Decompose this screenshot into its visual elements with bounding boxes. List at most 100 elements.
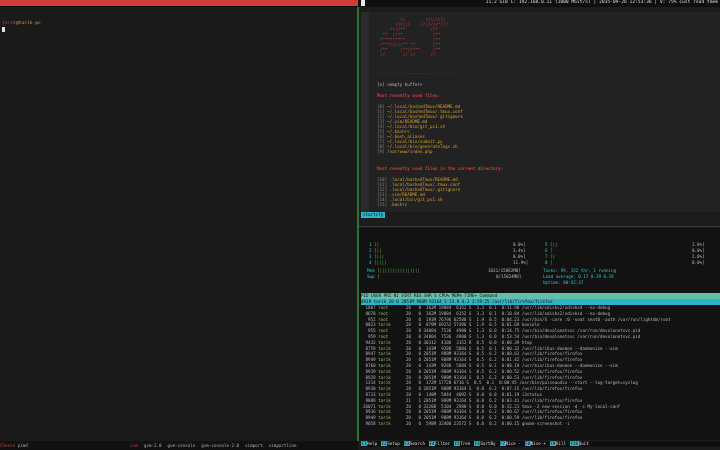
cpu-bar: [|| [550,242,558,247]
cpu-meter: 5 [|| [545,242,558,247]
process-user: root [378,316,391,322]
process-details: 20 0 2051M 988M 93164 S 0.5 6.2 0:00.53 … [390,374,583,380]
cpu-percent: 0.0%] [513,242,526,247]
fkey-label: Filter [435,441,451,446]
process-pid: 9432 [363,339,379,345]
fkey-label: Nice + [530,441,546,446]
cpu-percent: 0.0%] [692,260,705,265]
load-average: Load average: 0.17 0.39 0.39 [543,274,614,279]
process-row[interactable]: 9058 tarik 20 0 598M 32400 23572 S 0.0 0… [363,421,570,427]
process-user: tarik [378,392,391,397]
cpu-bar: [| [374,242,380,247]
startify-ascii-banner: \\ \\\\\\\\ \\\\\\ ///////*/// **//** //… [380,17,449,57]
process-details: 20 0 193M 76796 62580 S 1.9 0.5 0:04.23 … [390,316,671,322]
process-details: 21 1 2051M 988M 93164 S 0.0 6.2 0:03.41 … [390,397,583,403]
tmux-session[interactable]: Cheese [0,443,15,448]
process-pid: 8823 [363,322,379,328]
cpu-bar: [ [550,260,553,265]
tmux-window-item[interactable]: gvm-console [168,443,196,448]
process-user: tarik [378,409,391,415]
process-user: tarik [378,351,391,357]
tasks-info: Tasks: 99, 152 thr; 1 running [543,268,617,273]
cpu-bar: [|||| [374,260,387,265]
fkey-label: Search [409,441,425,446]
recent-file-key: [9] [377,149,388,154]
process-user: tarik [378,386,391,392]
startify-empty-buffer[interactable]: [e] <empty buffer> [377,82,422,87]
fkey-f9[interactable]: F9 [549,441,556,446]
mem-value: 1031/15882MB] [488,268,521,273]
terminal-cursor [2,27,5,32]
process-pid: 8939 [363,368,379,374]
pane-divider-horizontal[interactable] [359,226,720,227]
cwd-file-item[interactable]: [15] .bashrc [377,202,407,207]
cpu-percent: 3.4%] [513,248,526,253]
process-user: tarik [378,415,391,421]
cpu-percent: 11.9%] [513,260,529,265]
process-details: 20 0 362M 19884 6152 S 3.3 0.1 0:11.90 /… [390,305,611,310]
fkey-label: Quit [578,441,589,446]
prompt-user: tarik [2,21,16,26]
cpu-bar: [ [550,248,553,253]
cwd-file-path: .bashrc [389,202,408,207]
process-pid: 8759 [363,345,379,351]
fkey-label: Nice - [505,441,521,446]
tmux-window-item[interactable]: vim [130,443,138,448]
swp-meter: Swp [ [367,274,380,279]
process-pid: 26071 [363,403,379,409]
process-user: tarik [378,363,391,368]
recent-file-item[interactable]: [9] /var/www/index.php [377,149,432,154]
process-user: tarik [378,345,391,351]
process-user: root [378,334,391,339]
swp-label: Swp [367,274,375,279]
recent-file-path: /var/www/index.php [387,149,433,154]
fkey-f3[interactable]: F3 [403,441,410,446]
process-pid: 8949 [363,415,379,421]
process-details: 20 0 2051M 988M 93164 S 0.5 6.2 0:08.61 … [390,351,583,357]
process-user: tarik [378,397,391,403]
cpu-percent: 0.0%] [692,248,705,253]
cpu-meter: 7 [| [545,254,555,259]
cpu-bar: [||| [374,254,385,259]
process-pid: 8678 [363,310,379,316]
process-user: tarik [378,403,391,409]
tmux-window-list: vim gvm-2.0 gvm-console gvm-console-2.0 vimp… [130,443,302,448]
fkey-f8[interactable]: F8 [524,441,531,446]
process-details: 20 0 34004 7536 4900 S 1.3 0.0 0:53.54 /… [390,334,641,339]
left-terminal-pane[interactable] [0,7,357,441]
process-pid: 955 [363,328,379,334]
shell-prompt: tarik@tarik-pc [2,21,41,27]
cpu-meter: 3 [||| [369,254,384,259]
tmux-window-item[interactable]: vimport [245,443,263,448]
active-pane-indicator [0,0,358,6]
process-user: tarik [378,421,391,426]
process-pid: 8760 [363,363,379,368]
fkey-label: Setup [387,441,400,446]
fkey-label: Help [367,441,378,446]
tmux-window-item[interactable]: gvm-console-2.0 [201,443,239,448]
cpu-meter: 8 [ [545,260,553,265]
prompt-host: tarik-pc [18,21,41,26]
cpu-meter: 2 [|| [369,248,382,253]
tmux-window[interactable]: pimd [18,443,28,448]
cpu-percent: 2.0%] [692,254,705,259]
cpu-meter: 4 [|||| [369,260,387,265]
tmux-status-bar: Cheese pimd vim gvm-2.0 gvm-console gvm-con… [0,441,358,450]
process-details: 20 0 2051M 988M 93164 S 0.5 6.2 0:00.52 … [390,368,583,374]
tmux-window-item[interactable]: vimportline [269,443,297,448]
fkey-f10[interactable]: F10 [570,441,579,446]
process-pid: 959 [363,334,379,339]
tmux-window-item[interactable]: gvm-2.0 [144,443,162,448]
fkey-f7[interactable]: F7 [499,441,506,446]
process-pid: 8733 [363,392,379,397]
swp-value: 0/15824MB] [496,274,522,279]
process-user: root [378,305,391,310]
process-pid: 1087 [363,305,379,310]
mem-bar: [|||||||||||||||| [377,268,420,273]
process-pid: 8929 [363,374,379,380]
vim-statusline [361,212,720,218]
process-details: 20 0 34004 7536 4900 S 1.3 0.0 0:14.75 /… [390,328,641,334]
cpu-bar: [| [550,254,556,259]
process-user: tarik [378,339,391,345]
process-details: 20 0 30312 4108 3152 R 0.5 0.0 0:00.39 h… [390,339,532,345]
